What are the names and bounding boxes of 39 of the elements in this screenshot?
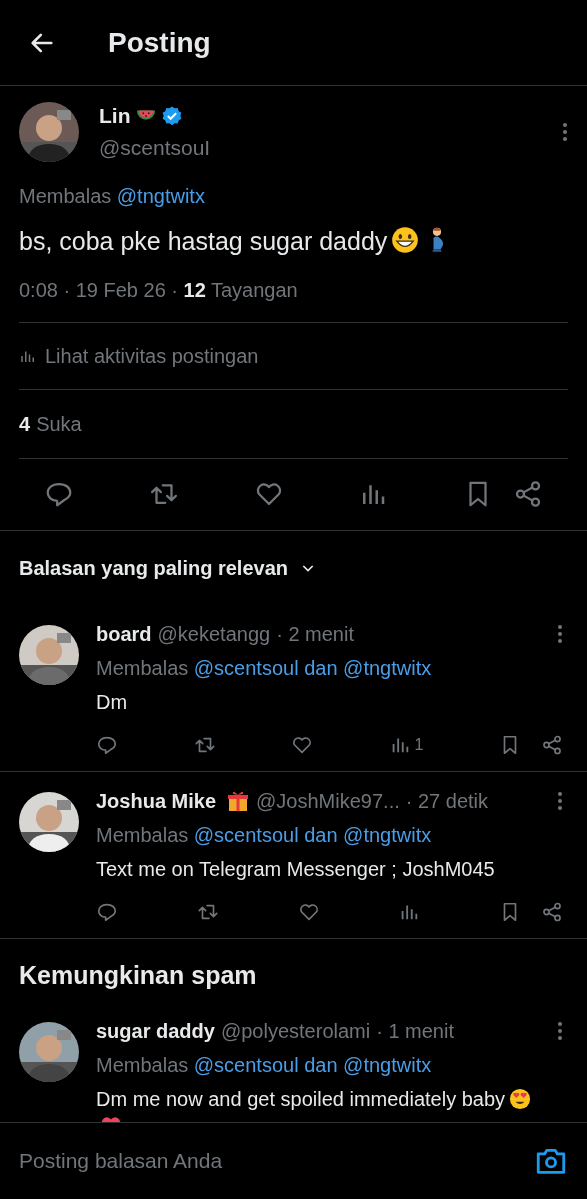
timestamp: · 2 menit xyxy=(276,621,354,647)
more-icon[interactable] xyxy=(557,790,563,811)
view-count: 1 xyxy=(414,734,424,755)
mention-link[interactable]: @tngtwitx xyxy=(116,185,205,207)
share-icon[interactable] xyxy=(540,733,563,756)
timestamp: · 27 detik xyxy=(405,788,488,814)
more-icon[interactable] xyxy=(557,623,563,644)
like-count: 4 Suka xyxy=(19,389,568,459)
reply-context: Membalas @scentsoul dan @tngtwitx xyxy=(96,1053,433,1078)
username: @scentsouI xyxy=(99,134,212,161)
post-text: bs, coba pke hastag sugar daddy xyxy=(19,223,568,261)
reply-text: Text me on Telegram Messenger ; JoshM045 xyxy=(96,856,496,882)
more-icon[interactable] xyxy=(557,1021,563,1041)
share-icon[interactable] xyxy=(541,900,563,923)
more-icon[interactable] xyxy=(562,121,568,142)
display-name: board xyxy=(96,621,152,647)
grinning-face-icon xyxy=(391,226,420,254)
mention-link[interactable]: @scentsoul dan @tngtwitx xyxy=(193,1054,432,1076)
display-name: Lin xyxy=(99,103,131,129)
post-activity-link[interactable]: Lihat aktivitas postingan xyxy=(45,340,259,371)
mention-link[interactable]: @scentsoul dan @tngtwitx xyxy=(193,656,432,679)
username: @keketangg xyxy=(157,621,271,647)
username: @JoshMike97... xyxy=(256,788,400,814)
reply-context: Membalas @tngtwitx xyxy=(19,184,206,209)
reply-text: Dm xyxy=(96,689,129,715)
section-heading: Kemungkinan spam xyxy=(18,959,258,991)
mention-link[interactable]: @scentsoul dan @tngtwitx xyxy=(193,823,432,846)
username: @polyesterolami xyxy=(220,1019,371,1044)
post-metadata: 0:08 · 19 Feb 26 · 12 Tayangan xyxy=(19,274,568,323)
page-title: Posting xyxy=(108,28,211,57)
timestamp: · 1 menit xyxy=(376,1019,454,1044)
display-name: Joshua Mike xyxy=(96,788,217,814)
heart-eyes-face-icon xyxy=(509,1088,532,1110)
reply-context: Membalas @scentsoul dan @tngtwitx xyxy=(96,655,433,681)
reply-input-field[interactable]: Posting balasan Anda xyxy=(19,1145,534,1177)
sort-dropdown[interactable]: Balasan yang paling relevan xyxy=(0,530,335,605)
display-name: sugar daddy xyxy=(96,1019,215,1044)
share-icon[interactable] xyxy=(513,479,543,509)
reply-context: Membalas @scentsoul dan @tngtwitx xyxy=(96,822,433,848)
